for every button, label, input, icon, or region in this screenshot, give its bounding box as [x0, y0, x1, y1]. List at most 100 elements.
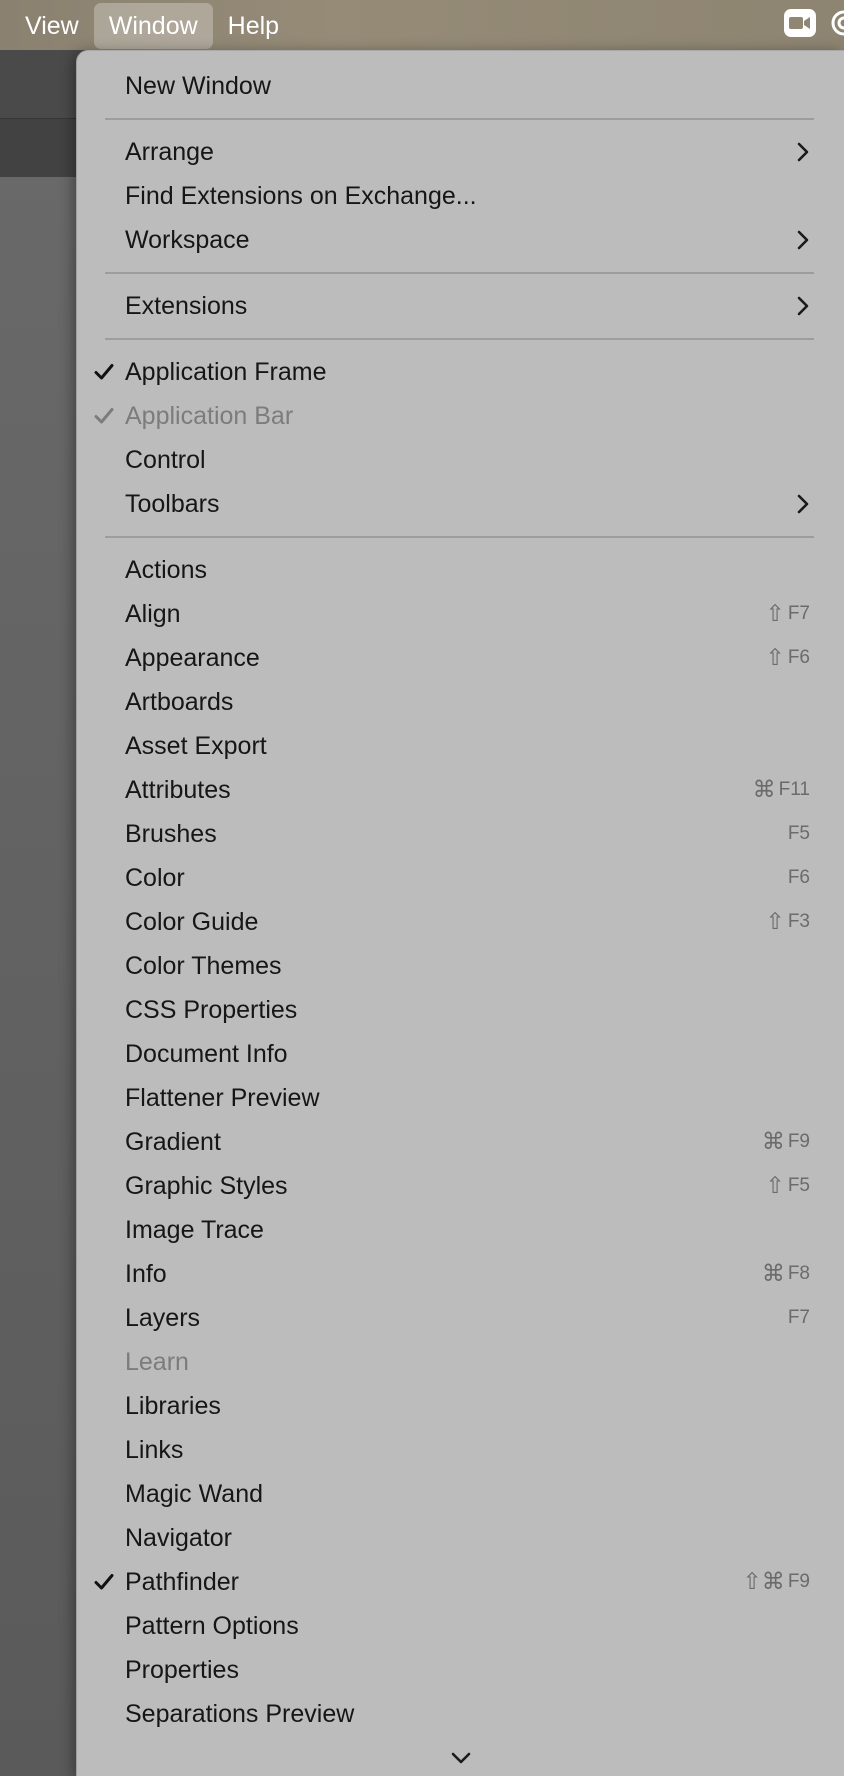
modifier-keys: ⇧ [765, 909, 785, 935]
status-icons [784, 0, 844, 50]
menu-item-layers[interactable]: Layers F7 [77, 1296, 844, 1340]
menu-item-label: Application Bar [125, 402, 294, 430]
modifier-keys: ⌘ [761, 1129, 785, 1155]
menu-item-application-bar: Application Bar [77, 394, 844, 438]
menu-item-label: Toolbars [125, 490, 220, 518]
menu-item-brushes[interactable]: Brushes F5 [77, 812, 844, 856]
menu-item-color-guide[interactable]: Color Guide ⇧ F3 [77, 900, 844, 944]
menu-item-label: Asset Export [125, 732, 267, 760]
shortcut-key: F8 [787, 1263, 810, 1284]
menu-item-color[interactable]: Color F6 [77, 856, 844, 900]
chevron-down-icon[interactable] [77, 1751, 844, 1776]
menu-item-navigator[interactable]: Navigator [77, 1516, 844, 1560]
menu-item-label: Properties [125, 1656, 239, 1684]
menu-item-actions[interactable]: Actions [77, 548, 844, 592]
menu-bar: View Window Help [0, 0, 844, 50]
menu-item-asset-export[interactable]: Asset Export [77, 724, 844, 768]
menubar-view[interactable]: View [10, 3, 94, 49]
menu-item-properties[interactable]: Properties [77, 1648, 844, 1692]
menu-item-arrange[interactable]: Arrange [77, 130, 844, 174]
keyboard-shortcut: ⌘ F8 [762, 1252, 810, 1296]
menu-item-label: Control [125, 446, 206, 474]
menu-item-label: Actions [125, 556, 207, 584]
shortcut-key: F7 [787, 1307, 810, 1328]
menu-item-label: Artboards [125, 688, 234, 716]
modifier-keys: ⇧⌘ [742, 1569, 785, 1595]
menu-item-image-trace[interactable]: Image Trace [77, 1208, 844, 1252]
camera-icon[interactable] [784, 8, 816, 42]
shortcut-key: F6 [787, 647, 810, 668]
menu-item-label: Appearance [125, 644, 260, 672]
checkmark-icon [93, 1560, 115, 1604]
menu-item-new-window[interactable]: New Window [77, 64, 844, 108]
menubar-help[interactable]: Help [213, 3, 294, 49]
menu-item-artboards[interactable]: Artboards [77, 680, 844, 724]
menu-separator [77, 328, 844, 350]
shortcut-key: F6 [787, 867, 810, 888]
keyboard-shortcut: ⇧ F6 [766, 636, 810, 680]
menu-item-label: Learn [125, 1348, 189, 1376]
menu-item-appearance[interactable]: Appearance ⇧ F6 [77, 636, 844, 680]
keyboard-shortcut: F5 [788, 812, 810, 856]
menu-item-separations-preview[interactable]: Separations Preview [77, 1692, 844, 1736]
menu-item-label: Separations Preview [125, 1700, 355, 1728]
menu-item-pattern-options[interactable]: Pattern Options [77, 1604, 844, 1648]
modifier-keys: ⇧ [765, 645, 785, 671]
menu-item-label: Flattener Preview [125, 1084, 320, 1112]
shortcut-key: F5 [787, 1175, 810, 1196]
menu-item-label: Attributes [125, 776, 231, 804]
menu-item-label: Pathfinder [125, 1568, 239, 1596]
menu-item-libraries[interactable]: Libraries [77, 1384, 844, 1428]
menu-item-label: Extensions [125, 292, 248, 320]
menu-item-label: Application Frame [125, 358, 327, 386]
menu-item-label: Color [125, 864, 185, 892]
menu-item-label: Navigator [125, 1524, 232, 1552]
keyboard-shortcut: ⌘ F11 [753, 768, 810, 812]
shortcut-key: F3 [787, 911, 810, 932]
menu-item-label: Align [125, 600, 181, 628]
menu-item-align[interactable]: Align ⇧ F7 [77, 592, 844, 636]
keyboard-shortcut: ⌘ F9 [762, 1120, 810, 1164]
menu-item-info[interactable]: Info ⌘ F8 [77, 1252, 844, 1296]
window-menu: New Window Arrange Find Extensions on Exch… [76, 50, 844, 1776]
menu-item-control[interactable]: Control [77, 438, 844, 482]
menu-item-label: Workspace [125, 226, 250, 254]
modifier-keys: ⌘ [761, 1261, 785, 1287]
menu-item-links[interactable]: Links [77, 1428, 844, 1472]
menu-item-toolbars[interactable]: Toolbars [77, 482, 844, 526]
menu-item-label: Image Trace [125, 1216, 264, 1244]
menu-item-gradient[interactable]: Gradient ⌘ F9 [77, 1120, 844, 1164]
menu-item-flattener-preview[interactable]: Flattener Preview [77, 1076, 844, 1120]
menu-item-find-extensions-on-exchange[interactable]: Find Extensions on Exchange... [77, 174, 844, 218]
menu-item-css-properties[interactable]: CSS Properties [77, 988, 844, 1032]
keyboard-shortcut: ⇧ F3 [766, 900, 810, 944]
chevron-right-icon [796, 218, 810, 262]
cloud-icon[interactable] [830, 9, 844, 42]
checkmark-icon [93, 394, 115, 438]
menubar-window[interactable]: Window [93, 2, 213, 49]
menu-item-document-info[interactable]: Document Info [77, 1032, 844, 1076]
menu-item-graphic-styles[interactable]: Graphic Styles ⇧ F5 [77, 1164, 844, 1208]
menu-item-extensions[interactable]: Extensions [77, 284, 844, 328]
menu-item-label: CSS Properties [125, 996, 298, 1024]
keyboard-shortcut: ⇧ F5 [766, 1164, 810, 1208]
keyboard-shortcut: F7 [788, 1296, 810, 1340]
menu-item-label: Layers [125, 1304, 201, 1332]
menu-item-magic-wand[interactable]: Magic Wand [77, 1472, 844, 1516]
shortcut-key: F11 [778, 779, 810, 800]
menu-item-label: Find Extensions on Exchange... [125, 182, 477, 210]
menu-item-attributes[interactable]: Attributes ⌘ F11 [77, 768, 844, 812]
menu-item-label: Color Themes [125, 952, 282, 980]
menu-separator [77, 526, 844, 548]
menu-item-pathfinder[interactable]: Pathfinder ⇧⌘ F9 [77, 1560, 844, 1604]
shortcut-key: F7 [787, 603, 810, 624]
keyboard-shortcut: F6 [788, 856, 810, 900]
menu-separator [77, 108, 844, 130]
checkmark-icon [93, 350, 115, 394]
menu-item-label: Document Info [125, 1040, 288, 1068]
modifier-keys: ⌘ [752, 777, 776, 803]
menu-item-workspace[interactable]: Workspace [77, 218, 844, 262]
menu-item-color-themes[interactable]: Color Themes [77, 944, 844, 988]
menu-item-application-frame[interactable]: Application Frame [77, 350, 844, 394]
menu-item-label: Libraries [125, 1392, 221, 1420]
